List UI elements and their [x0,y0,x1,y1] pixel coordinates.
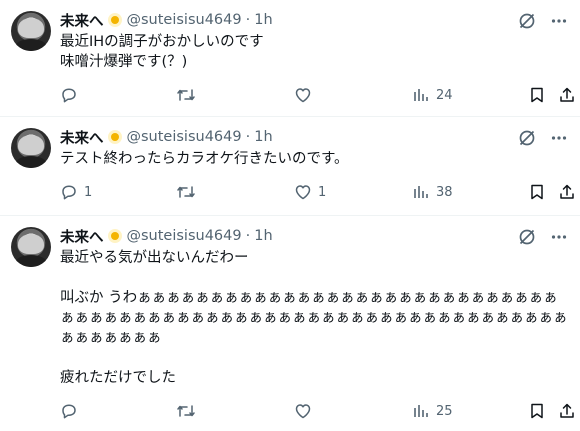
analytics-icon [412,86,430,104]
tweet-text: テスト終わったらカラオケ行きたいのです。 [60,151,349,167]
bookmark-button[interactable] [528,86,546,104]
retweet-icon [176,86,196,104]
reply-button[interactable] [60,86,84,104]
grok-icon[interactable] [518,129,536,147]
like-button[interactable]: 1 [294,183,326,201]
more-options-icon[interactable] [550,12,568,30]
bookmark-icon [528,402,546,420]
view-count: 24 [436,87,453,103]
tweet[interactable]: 未来へ @suteisisu4649 · 1h テスト終わったらカラオケ行きたい… [0,117,580,216]
sun-badge-icon [107,12,123,28]
retweet-icon [176,402,196,420]
avatar[interactable] [11,128,51,168]
heart-icon [294,86,312,104]
more-options-icon[interactable] [550,228,568,246]
avatar[interactable] [11,227,51,267]
share-button[interactable] [558,402,576,420]
like-button[interactable] [294,86,318,104]
tweet-actions: 24 [60,78,574,114]
retweet-button[interactable] [176,183,202,201]
tweet[interactable]: 未来へ @suteisisu4649 · 1h 最近やる気が出ないんだわー 叫ぶ… [0,216,580,431]
tweet-actions: 25 [60,394,574,430]
reply-button[interactable]: 1 [60,183,92,201]
views-button[interactable]: 38 [412,183,453,201]
tweet-text: 最近やる気が出ないんだわー 叫ぶか うわぁぁぁぁぁぁぁぁぁぁぁぁぁぁぁぁぁぁぁぁ… [60,250,568,386]
display-name[interactable]: 未来へ [60,127,104,148]
analytics-icon [412,183,430,201]
display-name[interactable]: 未来へ [60,10,104,31]
retweet-button[interactable] [176,402,202,420]
reply-icon [60,183,78,201]
grok-icon[interactable] [518,12,536,30]
separator: · [245,12,251,28]
avatar[interactable] [11,11,51,51]
timeline: 未来へ @suteisisu4649 · 1h 最近IHの調子がおかしいのです … [0,0,580,431]
timestamp[interactable]: 1h [254,228,272,244]
share-icon [558,402,576,420]
heart-icon [294,402,312,420]
retweet-button[interactable] [176,86,202,104]
view-count: 25 [436,403,453,419]
user-handle[interactable]: @suteisisu4649 [127,228,242,244]
retweet-icon [176,183,196,201]
share-icon [558,86,576,104]
bookmark-button[interactable] [528,183,546,201]
bookmark-button[interactable] [528,402,546,420]
user-handle[interactable]: @suteisisu4649 [127,12,242,28]
separator: · [245,228,251,244]
views-button[interactable]: 25 [412,402,453,420]
tweet-text: 最近IHの調子がおかしいのです 味噌汁爆弾です(？) [60,34,264,70]
views-button[interactable]: 24 [412,86,453,104]
share-icon [558,183,576,201]
heart-icon [294,183,312,201]
user-handle[interactable]: @suteisisu4649 [127,129,242,145]
separator: · [245,129,251,145]
timestamp[interactable]: 1h [254,12,272,28]
reply-count: 1 [84,184,93,200]
tweet-actions: 1 1 38 [60,175,574,211]
reply-button[interactable] [60,402,84,420]
reply-icon [60,86,78,104]
grok-icon[interactable] [518,228,536,246]
timestamp[interactable]: 1h [254,129,272,145]
more-options-icon[interactable] [550,129,568,147]
bookmark-icon [528,86,546,104]
share-button[interactable] [558,183,576,201]
reply-icon [60,402,78,420]
sun-badge-icon [107,228,123,244]
like-count: 1 [318,184,327,200]
display-name[interactable]: 未来へ [60,226,104,247]
share-button[interactable] [558,86,576,104]
sun-badge-icon [107,129,123,145]
view-count: 38 [436,184,453,200]
bookmark-icon [528,183,546,201]
like-button[interactable] [294,402,318,420]
analytics-icon [412,402,430,420]
tweet[interactable]: 未来へ @suteisisu4649 · 1h 最近IHの調子がおかしいのです … [0,0,580,117]
